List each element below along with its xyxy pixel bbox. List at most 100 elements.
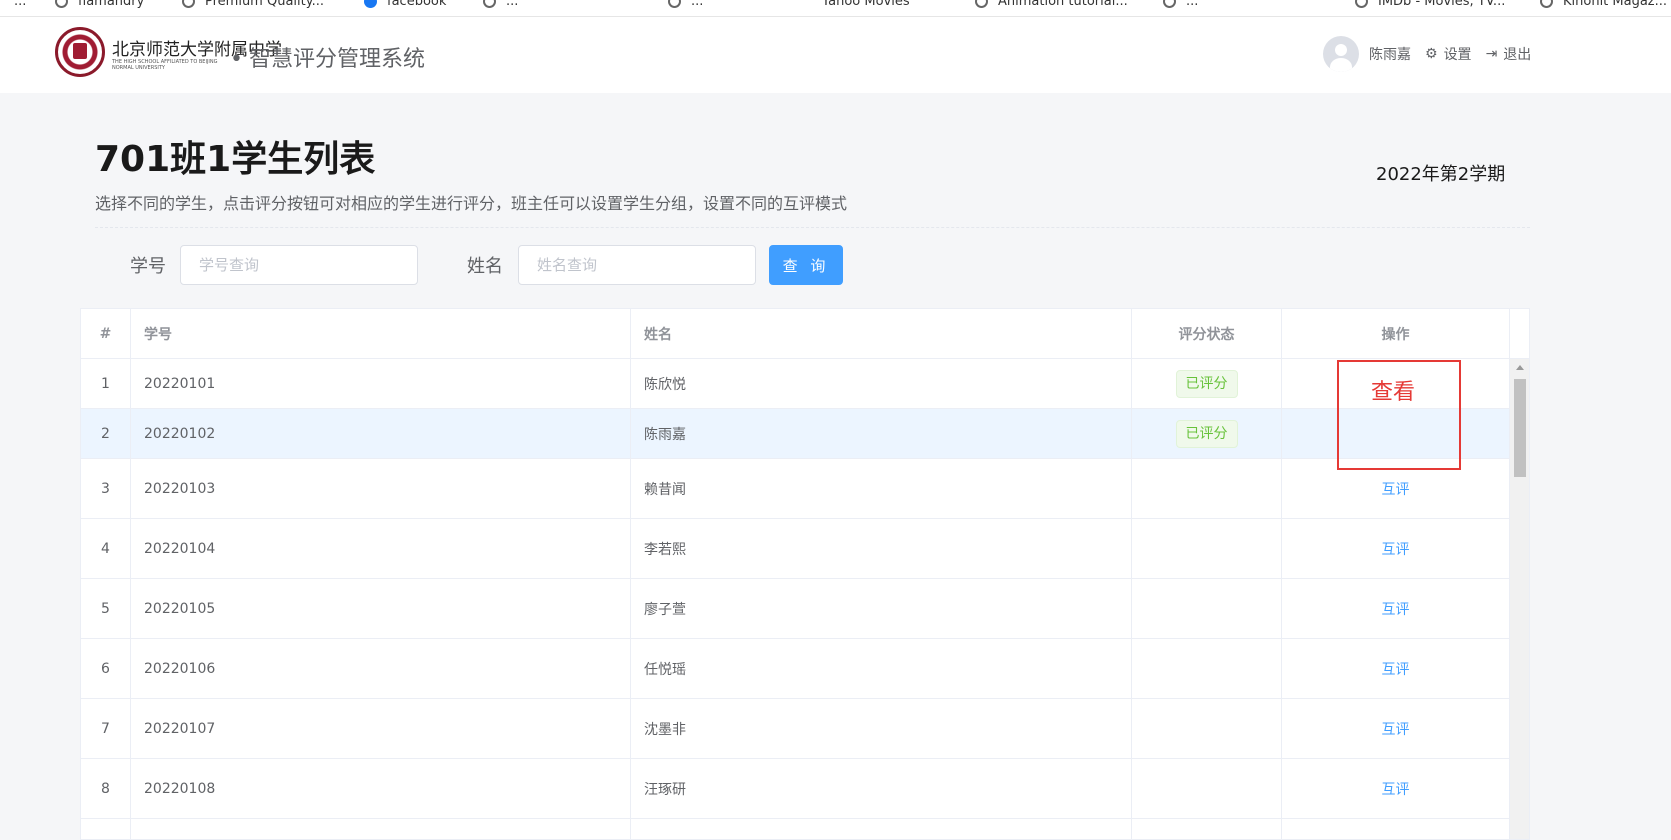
action-cell [1282,819,1510,839]
student-no: 20220102 [131,409,631,458]
bookmark-item[interactable]: Kinohit Magaz... [1540,0,1667,9]
facebook-icon [364,0,377,8]
student-no: 20220103 [131,459,631,518]
peer-review-link[interactable]: 互评 [1382,479,1410,499]
action-cell: 互评 [1282,519,1510,578]
table-row[interactable]: 7 20220107 沈墨非 互评 [81,699,1510,759]
table-scrollbar[interactable] [1510,359,1529,839]
status-cell [1132,699,1282,758]
peer-review-link[interactable]: 互评 [1382,659,1410,679]
scroll-up-arrow-icon[interactable] [1516,365,1524,370]
school-seal-icon [55,27,105,77]
student-name: 沈墨非 [631,699,1132,758]
column-header-index: # [81,309,131,358]
divider [95,227,1530,228]
row-index: 2 [81,409,131,458]
globe-icon [668,0,681,8]
globe-icon [1163,0,1176,8]
page-title: 701班1学生列表 [95,139,376,180]
peer-review-link[interactable]: 互评 [1382,599,1410,619]
app-header: 北京师范大学附属中学 THE HIGH SCHOOL AFFILIATED TO… [0,17,1671,93]
scrollbar-thumb[interactable] [1514,379,1526,477]
status-cell [1132,639,1282,698]
status-cell [1132,459,1282,518]
bookmark-label: ... [1186,0,1199,9]
app-title: • 智慧评分管理系统 [230,41,425,73]
bookmark-label: Premium Quality... [205,0,324,9]
status-cell: 已评分 [1132,359,1282,408]
status-badge: 已评分 [1175,369,1238,398]
row-index: 7 [81,699,131,758]
student-no: 20220101 [131,359,631,408]
table-row[interactable]: 6 20220106 任悦瑶 互评 [81,639,1510,699]
table-row[interactable]: 5 20220105 廖子萱 互评 [81,579,1510,639]
student-name: 任悦瑶 [631,639,1132,698]
name-label: 姓名 [467,256,503,277]
column-header-name: 姓名 [631,309,1132,358]
globe-icon [182,0,195,8]
student-no [131,819,631,839]
globe-icon [483,0,496,8]
student-name [631,819,1132,839]
student-name: 陈欣悦 [631,359,1132,408]
action-cell: 互评 [1282,639,1510,698]
logout-icon: ⇥ [1485,46,1498,62]
table-row[interactable]: 4 20220104 李若熙 互评 [81,519,1510,579]
bookmark-item[interactable]: IMDb - Movies, TV... [1355,0,1505,9]
bookmark-item[interactable]: ... [14,0,26,9]
bookmark-item[interactable]: facebook [364,0,446,9]
bookmarks-bar: ... flamandry Premium Quality... faceboo… [0,0,1671,17]
bookmark-item[interactable]: ... [1163,0,1198,9]
bookmark-item[interactable]: flamandry [55,0,144,9]
bookmark-item[interactable]: Premium Quality... [182,0,324,9]
bookmark-label: ... [14,0,27,9]
column-header-student-no: 学号 [131,309,631,358]
student-table: # 学号 姓名 评分状态 操作 1 20220101 陈欣悦 已评分 2 202… [80,308,1530,840]
bookmark-label: flamandry [78,0,145,9]
table-row[interactable]: 2 20220102 陈雨嘉 已评分 [81,409,1510,459]
action-cell: 互评 [1282,759,1510,818]
logout-label: 退出 [1503,47,1532,63]
settings-link[interactable]: ⚙ 设置 [1425,44,1472,64]
avatar[interactable] [1323,36,1359,72]
bookmark-label: Animation tutorial... [998,0,1128,9]
status-badge: 已评分 [1175,419,1238,448]
row-index [81,819,131,839]
table-row[interactable]: 1 20220101 陈欣悦 已评分 [81,359,1510,409]
table-row[interactable]: 3 20220103 赖昔闻 互评 [81,459,1510,519]
student-no-search-input[interactable] [180,245,418,285]
gear-icon: ⚙ [1425,46,1438,62]
name-search-input[interactable] [518,245,756,285]
bookmark-label: facebook [387,0,447,9]
student-name: 赖昔闻 [631,459,1132,518]
student-name: 陈雨嘉 [631,409,1132,458]
table-row[interactable]: 8 20220108 汪琢研 互评 [81,759,1510,819]
settings-label: 设置 [1443,47,1472,63]
globe-icon [1355,0,1368,8]
student-name: 廖子萱 [631,579,1132,638]
peer-review-link[interactable]: 互评 [1382,719,1410,739]
logout-link[interactable]: ⇥ 退出 [1486,44,1532,64]
peer-review-link[interactable]: 互评 [1382,539,1410,559]
student-no: 20220106 [131,639,631,698]
term-label: 2022年第2学期 [1376,164,1506,185]
row-index: 4 [81,519,131,578]
bookmark-label: Kinohit Magaz... [1563,0,1668,9]
user-area: 陈雨嘉 ⚙ 设置 ⇥ 退出 [1323,36,1531,72]
table-row[interactable] [81,819,1510,839]
peer-review-link[interactable]: 互评 [1382,779,1410,799]
bookmark-item[interactable]: Animation tutorial... [975,0,1128,9]
page-description: 选择不同的学生，点击评分按钮可对相应的学生进行评分，班主任可以设置学生分组，设置… [95,194,848,213]
user-name[interactable]: 陈雨嘉 [1369,44,1411,64]
bookmark-item[interactable]: Yahoo Movies [822,0,910,9]
bookmark-item[interactable]: ... [483,0,518,9]
bookmark-label: Yahoo Movies [822,0,910,9]
title-separator-dot: • [230,47,243,72]
bookmark-item[interactable]: ... [668,0,703,9]
row-index: 6 [81,639,131,698]
action-cell: 互评 [1282,579,1510,638]
query-button[interactable]: 查 询 [769,245,843,285]
status-cell [1132,579,1282,638]
student-no: 20220107 [131,699,631,758]
student-no: 20220108 [131,759,631,818]
